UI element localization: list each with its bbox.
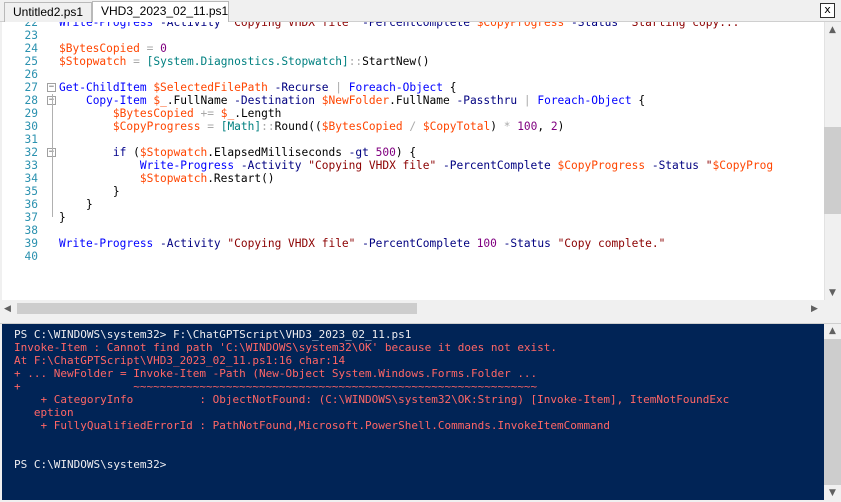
code-line[interactable]: 25 $Stopwatch = [System.Diagnostics.Stopw… [2,55,824,68]
line-number: 40 [24,250,38,263]
line-number: 30 [24,120,38,133]
scroll-right-icon[interactable]: ▶ [811,304,818,314]
code-text: Copy-Item $_.FullName -Destination $NewF… [85,94,646,107]
editor-horizontal-scroll-thumb[interactable] [17,303,417,314]
line-number: 27 [24,81,38,94]
code-text: $Stopwatch = [System.Diagnostics.Stopwat… [59,55,430,68]
code-text: Write-Progress -Activity "Copying VHDX f… [139,159,774,172]
code-text: $BytesCopied = 0 [59,42,167,55]
code-line[interactable]: 38 [2,224,824,237]
line-number: 23 [24,29,38,42]
close-icon[interactable]: x [820,3,835,18]
console-error-line: eption [14,406,74,419]
code-text: $Stopwatch.Restart() [139,172,275,185]
console-line: PS C:\WINDOWS\system32> F:\ChatGPTScript… [14,328,412,341]
code-text: Get-ChildItem $SelectedFilePath -Recurse… [59,81,457,94]
tab-vhd3-script[interactable]: VHD3_2023_02_11.ps1 [92,1,229,23]
line-number: 25 [24,55,38,68]
code-line[interactable]: 24 $BytesCopied = 0 [2,42,824,55]
code-line[interactable]: 37} [2,211,824,224]
line-number: 32 [24,146,38,159]
code-text: $BytesCopied += $_.Length [112,107,282,120]
code-line[interactable]: 23 [2,29,824,42]
fold-guide [52,159,53,191]
line-number: 28 [24,94,38,107]
line-number: 24 [24,42,38,55]
console-error-line: + FullyQualifiedErrorId : PathNotFound,M… [14,419,611,432]
code-line[interactable]: 40 [2,250,824,263]
console-scroll-down-icon[interactable]: ▼ [829,488,836,498]
line-number: 33 [24,159,38,172]
editor-vertical-scroll-thumb[interactable] [824,127,841,214]
code-text: $CopyProgress = [Math]::Round(($BytesCop… [112,120,565,133]
console-error-line: + ... NewFolder = Invoke-Item -Path (New… [14,367,538,380]
scroll-down-icon[interactable]: ▼ [829,288,836,298]
line-number: 39 [24,237,38,250]
collapse-icon[interactable]: − [47,83,56,92]
line-number: 31 [24,133,38,146]
code-text: Write-Progress -Activity "Copying VHDX f… [59,237,666,250]
code-text: Write-Progress -Activity "Copying VHDX f… [59,22,747,29]
line-number: 37 [24,211,38,224]
scroll-up-icon[interactable]: ▲ [829,25,836,35]
code-text: } [59,198,93,211]
console-error-line: At F:\ChatGPTScript\VHD3_2023_02_11.ps1:… [14,354,346,367]
console-scroll-thumb[interactable] [824,339,841,485]
pane-splitter[interactable] [0,317,841,324]
code-line[interactable]: 32− if ($Stopwatch.ElapsedMilliseconds -… [2,146,824,159]
console-pane[interactable]: PS C:\WINDOWS\system32> F:\ChatGPTScript… [2,324,824,500]
code-line[interactable]: 30 $CopyProgress = [Math]::Round(($Bytes… [2,120,824,133]
line-number: 29 [24,107,38,120]
code-line[interactable]: 29 $BytesCopied += $_.Length [2,107,824,120]
code-text: } [59,211,66,224]
code-line[interactable]: 35 } [2,185,824,198]
console-error-line: Invoke-Item : Cannot find path 'C:\WINDO… [14,341,558,354]
script-editor[interactable]: 22 Write-Progress -Activity "Copying VHDX… [2,22,824,300]
code-line[interactable]: 28− Copy-Item $_.FullName -Destination $… [2,94,824,107]
code-line[interactable]: 34 $Stopwatch.Restart() [2,172,824,185]
code-line[interactable]: 31 [2,133,824,146]
scroll-left-icon[interactable]: ◀ [4,304,11,314]
code-line[interactable]: 26 [2,68,824,81]
code-line[interactable]: 33 Write-Progress -Activity "Copying VHD… [2,159,824,172]
line-number: 26 [24,68,38,81]
code-line[interactable]: 27− Get-ChildItem $SelectedFilePath -Recu… [2,81,824,94]
console-line: PS C:\WINDOWS\system32> [14,458,167,471]
console-scroll-up-icon[interactable]: ▲ [829,326,836,336]
line-number: 36 [24,198,38,211]
line-number: 34 [24,172,38,185]
tab-bar: Untitled2.ps1 VHD3_2023_02_11.ps1 x [0,0,841,23]
line-number: 22 [24,22,38,29]
console-error-line: + ~~~~~~~~~~~~~~~~~~~~~~~~~~~~~~~~~~~~~~… [14,380,538,393]
line-number: 35 [24,185,38,198]
code-line[interactable]: 22 Write-Progress -Activity "Copying VHDX… [2,22,824,29]
line-number: 38 [24,224,38,237]
tab-untitled2[interactable]: Untitled2.ps1 [4,2,92,22]
code-line[interactable]: 36 } [2,198,824,211]
code-line[interactable]: 39 Write-Progress -Activity "Copying VHDX… [2,237,824,250]
console-error-line: + CategoryInfo : ObjectNotFound: (C:\WIN… [14,393,730,406]
code-text: } [59,185,120,198]
code-text: if ($Stopwatch.ElapsedMilliseconds -gt 5… [112,146,417,159]
